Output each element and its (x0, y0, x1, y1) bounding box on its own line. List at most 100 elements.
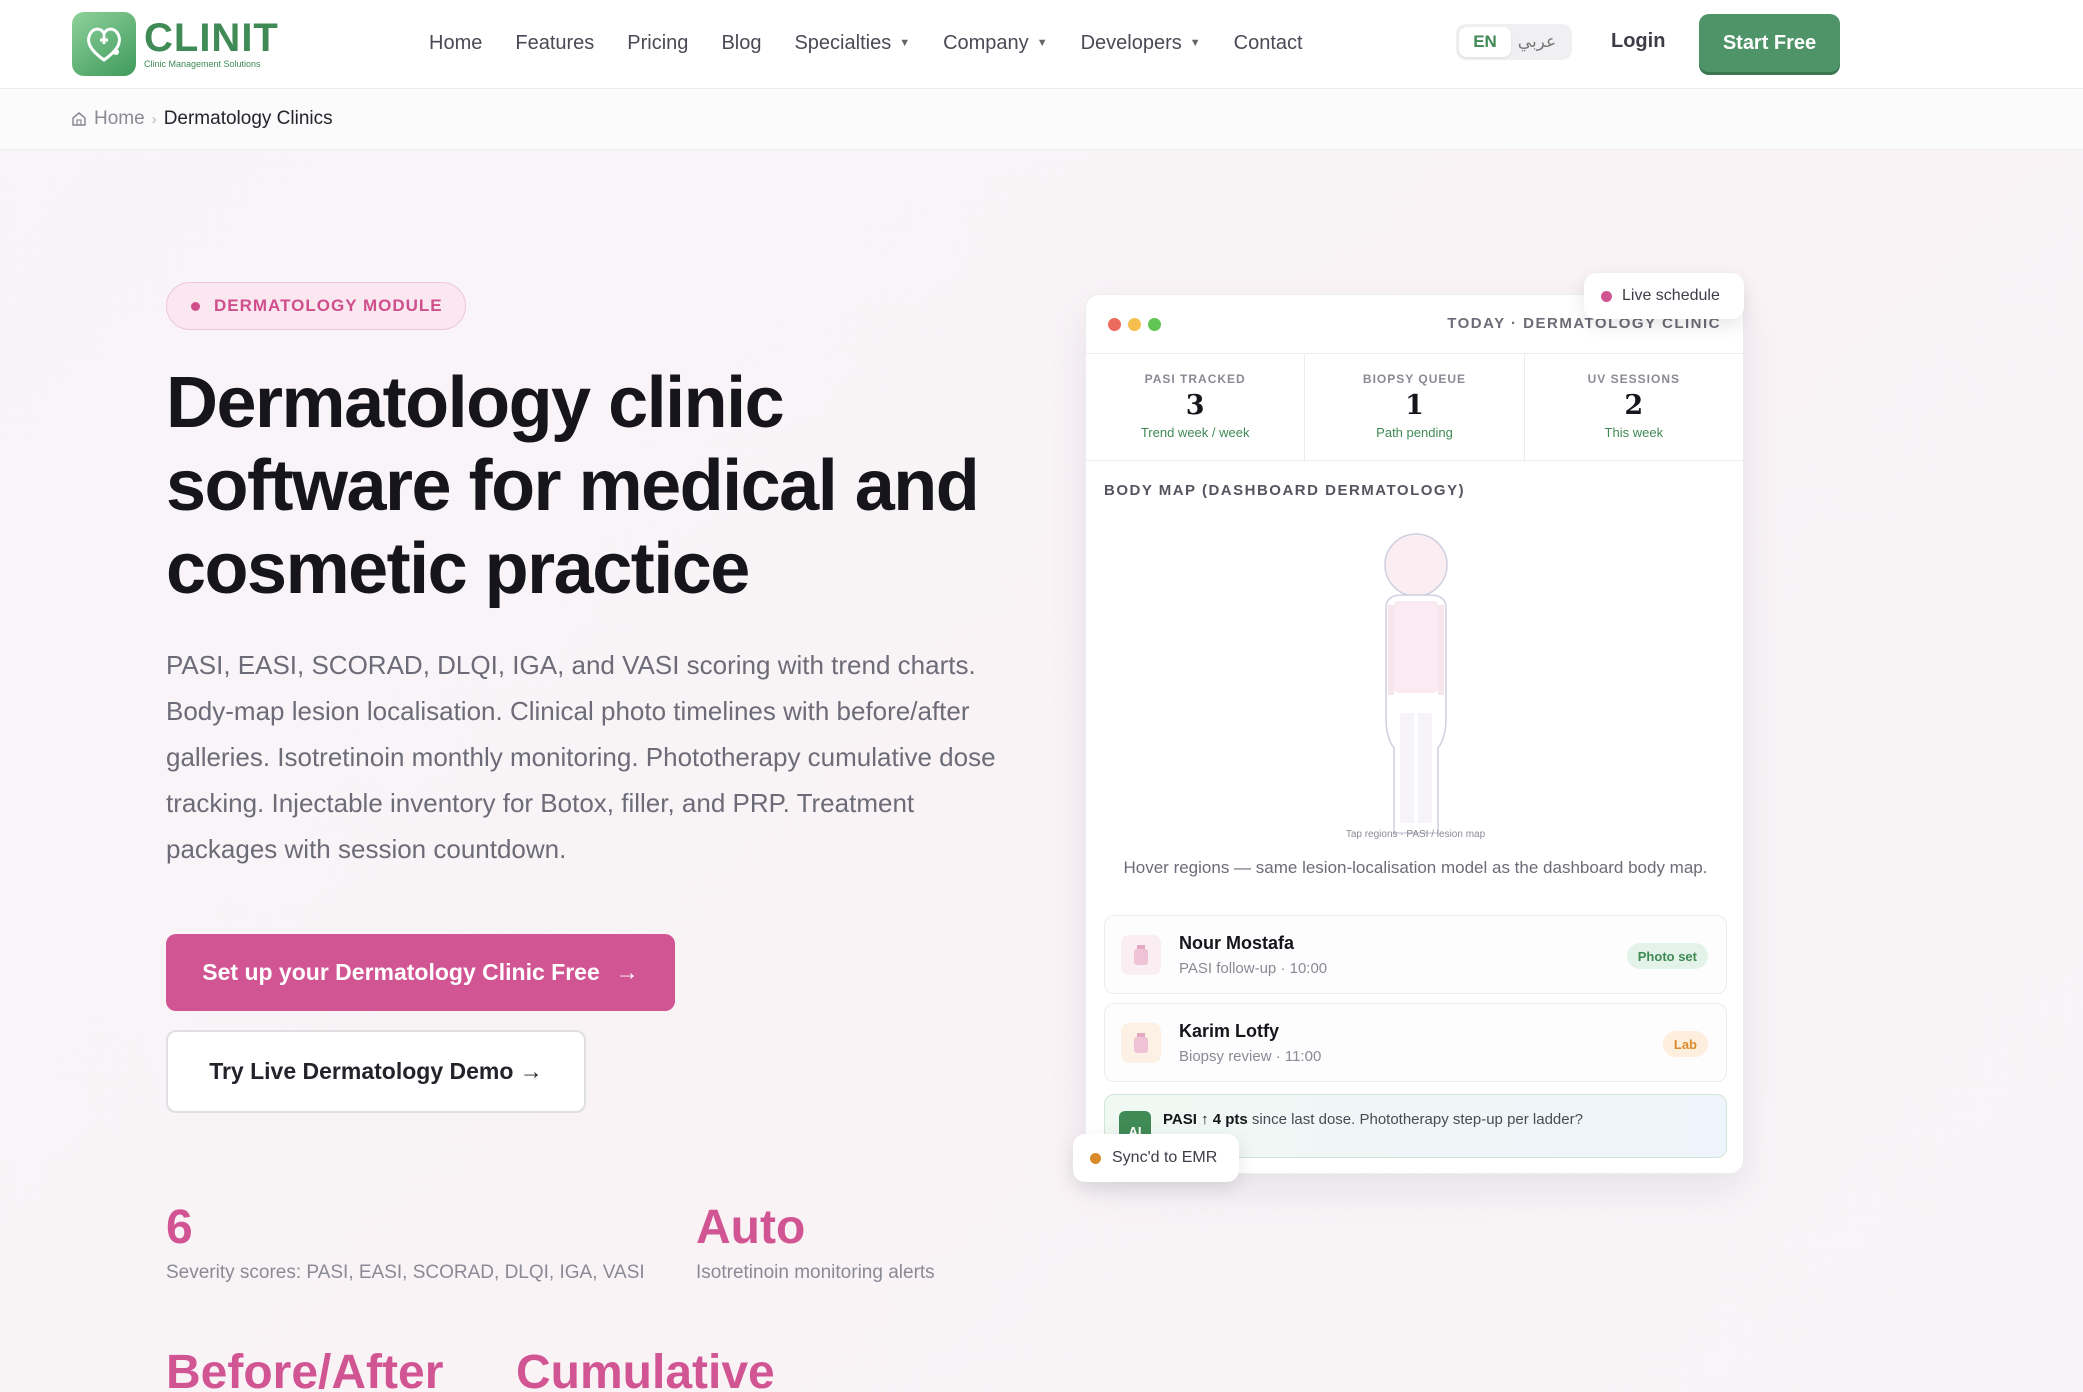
appointment-detail: Biopsy review · 11:00 (1179, 1047, 1322, 1065)
patient-name: Nour Mostafa (1179, 932, 1295, 953)
setup-clinic-label: Set up your Dermatology Clinic Free (202, 959, 600, 985)
nav-company-label: Company (943, 31, 1029, 54)
live-schedule-label: Live schedule (1622, 287, 1720, 304)
stat-isotretinoin-alerts: Auto Isotretinoin monitoring alerts (696, 1200, 935, 1284)
patient-name: Karim Lotfy (1179, 1020, 1280, 1041)
badge-dot-icon (191, 301, 200, 311)
metric-label: UV SESSIONS (1587, 372, 1680, 386)
arrow-right-icon: → (615, 959, 639, 985)
nav-home-label: Home (429, 31, 483, 54)
ai-suggestion-text: PASI ↑ 4 pts since last dose. Photothera… (1163, 1111, 1583, 1128)
stat-label: Severity scores: PASI, EASI, SCORAD, DLQ… (166, 1262, 645, 1283)
brand-name: CLINIT (144, 16, 279, 60)
language-toggle: EN عربي (1456, 24, 1572, 60)
patient-avatar (1121, 1022, 1161, 1063)
sync-emr-label: Sync'd to EMR (1112, 1149, 1218, 1166)
metric-biopsy-queue: BIOPSY QUEUE 1 Path pending (1305, 354, 1525, 460)
sync-emr-badge: Sync'd to EMR (1073, 1134, 1239, 1182)
bottle-icon (1134, 1032, 1148, 1053)
nav-developers-label: Developers (1080, 31, 1182, 54)
body-map-head[interactable] (1384, 533, 1448, 597)
metric-sub: This week (1604, 425, 1664, 440)
caret-down-icon: ▼ (899, 37, 911, 49)
nav-company[interactable]: Company ▼ (943, 32, 1048, 55)
nav-pricing[interactable]: Pricing (627, 32, 688, 55)
stat-label: Isotretinoin monitoring alerts (696, 1262, 935, 1283)
window-close-dot (1108, 317, 1121, 331)
live-schedule-badge: Live schedule (1584, 273, 1744, 319)
status-badge: Photo set (1626, 943, 1708, 969)
start-free-button[interactable]: Start Free (1699, 14, 1840, 72)
stat-value: 6 (166, 1201, 193, 1254)
nav-features[interactable]: Features (515, 32, 594, 55)
appointment-detail: PASI follow-up · 10:00 (1179, 959, 1328, 977)
stat-value: Cumulative (516, 1346, 775, 1392)
module-badge: DERMATOLOGY MODULE (166, 282, 466, 330)
ai-message: since last dose. Phototherapy step-up pe… (1247, 1111, 1583, 1128)
stat-cumulative: Cumulative (516, 1345, 775, 1392)
metric-pasi-tracked: PASI TRACKED 3 Trend week / week (1086, 354, 1306, 460)
appointment-row[interactable]: Karim Lotfy Biopsy review · 11:00 Lab (1104, 1003, 1727, 1082)
stat-value: Before/After (166, 1346, 444, 1392)
body-map-right-leg[interactable] (1418, 713, 1432, 823)
hero-description: PASI, EASI, SCORAD, DLQI, IGA, and VASI … (166, 650, 996, 864)
lang-en-button[interactable]: EN (1459, 27, 1511, 57)
module-badge-label: DERMATOLOGY MODULE (214, 296, 443, 315)
breadcrumb-separator: › (151, 110, 157, 128)
setup-clinic-button[interactable]: Set up your Dermatology Clinic Free → (166, 934, 675, 1011)
body-map-figure[interactable] (1336, 533, 1496, 843)
nav-blog[interactable]: Blog (721, 32, 761, 55)
nav-pricing-label: Pricing (627, 31, 689, 54)
breadcrumb-home-link[interactable]: Home (94, 108, 145, 130)
breadcrumb: Home › Dermatology Clinics (0, 89, 2083, 150)
caret-down-icon: ▼ (1036, 37, 1048, 49)
nav-contact[interactable]: Contact (1234, 32, 1303, 55)
lang-ar-button[interactable]: عربي (1511, 27, 1563, 57)
metric-value: 1 (1405, 390, 1424, 421)
body-map-right-arm[interactable] (1438, 605, 1444, 695)
nav-specialties[interactable]: Specialties ▼ (794, 32, 910, 55)
metric-sub: Trend week / week (1140, 425, 1250, 440)
home-icon (72, 112, 86, 126)
body-map-hint: Tap regions · PASI / lesion map (1345, 829, 1486, 840)
metric-value: 3 (1185, 390, 1205, 421)
nav-specialties-label: Specialties (794, 31, 892, 54)
login-link[interactable]: Login (1611, 30, 1665, 53)
heart-stethoscope-icon (72, 12, 136, 76)
stat-before-after: Before/After (166, 1345, 443, 1392)
nav-contact-label: Contact (1233, 31, 1303, 54)
caret-down-icon: ▼ (1189, 37, 1201, 49)
dashboard-preview-card: TODAY · DERMATOLOGY CLINIC PASI TRACKED … (1085, 294, 1744, 1174)
status-badge: Lab (1662, 1031, 1708, 1057)
nav-blog-label: Blog (721, 31, 762, 54)
stat-value: Auto (696, 1201, 806, 1254)
live-demo-button[interactable]: Try Live Dermatology Demo → (166, 1030, 586, 1113)
body-map-torso[interactable] (1394, 601, 1438, 693)
top-navbar: CLINIT Clinic Management Solutions Home … (0, 0, 2083, 89)
stat-severity-scores: 6 Severity scores: PASI, EASI, SCORAD, D… (166, 1200, 645, 1284)
nav-developers[interactable]: Developers ▼ (1081, 32, 1201, 55)
metric-label: BIOPSY QUEUE (1362, 372, 1467, 386)
body-map-caption: Hover regions — same lesion-localisation… (1123, 858, 1708, 877)
metric-label: PASI TRACKED (1144, 372, 1246, 386)
body-map-title: BODY MAP (DASHBOARD DERMATOLOGY) (1104, 482, 1466, 499)
live-dot-icon (1601, 290, 1612, 302)
metric-uv-sessions: UV SESSIONS 2 This week (1525, 354, 1743, 460)
nav-home[interactable]: Home (429, 32, 482, 55)
appointment-row[interactable]: Nour Mostafa PASI follow-up · 10:00 Phot… (1104, 915, 1727, 994)
metrics-row: PASI TRACKED 3 Trend week / week BIOPSY … (1086, 354, 1743, 461)
body-map-left-arm[interactable] (1388, 605, 1394, 695)
patient-avatar (1121, 934, 1161, 975)
bottle-icon (1134, 944, 1148, 965)
page-title: Dermatology clinic software for medical … (166, 363, 980, 609)
metric-sub: Path pending (1376, 425, 1453, 440)
brand-tagline: Clinic Management Solutions (144, 59, 261, 69)
metric-value: 2 (1624, 390, 1644, 421)
sync-dot-icon (1090, 1152, 1101, 1164)
nav-features-label: Features (515, 31, 595, 54)
body-map-left-leg[interactable] (1400, 713, 1414, 823)
brand-logo[interactable]: CLINIT Clinic Management Solutions (72, 12, 292, 76)
main-nav: Home Features Pricing Blog Specialties ▼ … (429, 0, 1336, 86)
ai-highlight: PASI ↑ 4 pts (1163, 1111, 1248, 1128)
window-maximize-dot (1148, 317, 1161, 331)
